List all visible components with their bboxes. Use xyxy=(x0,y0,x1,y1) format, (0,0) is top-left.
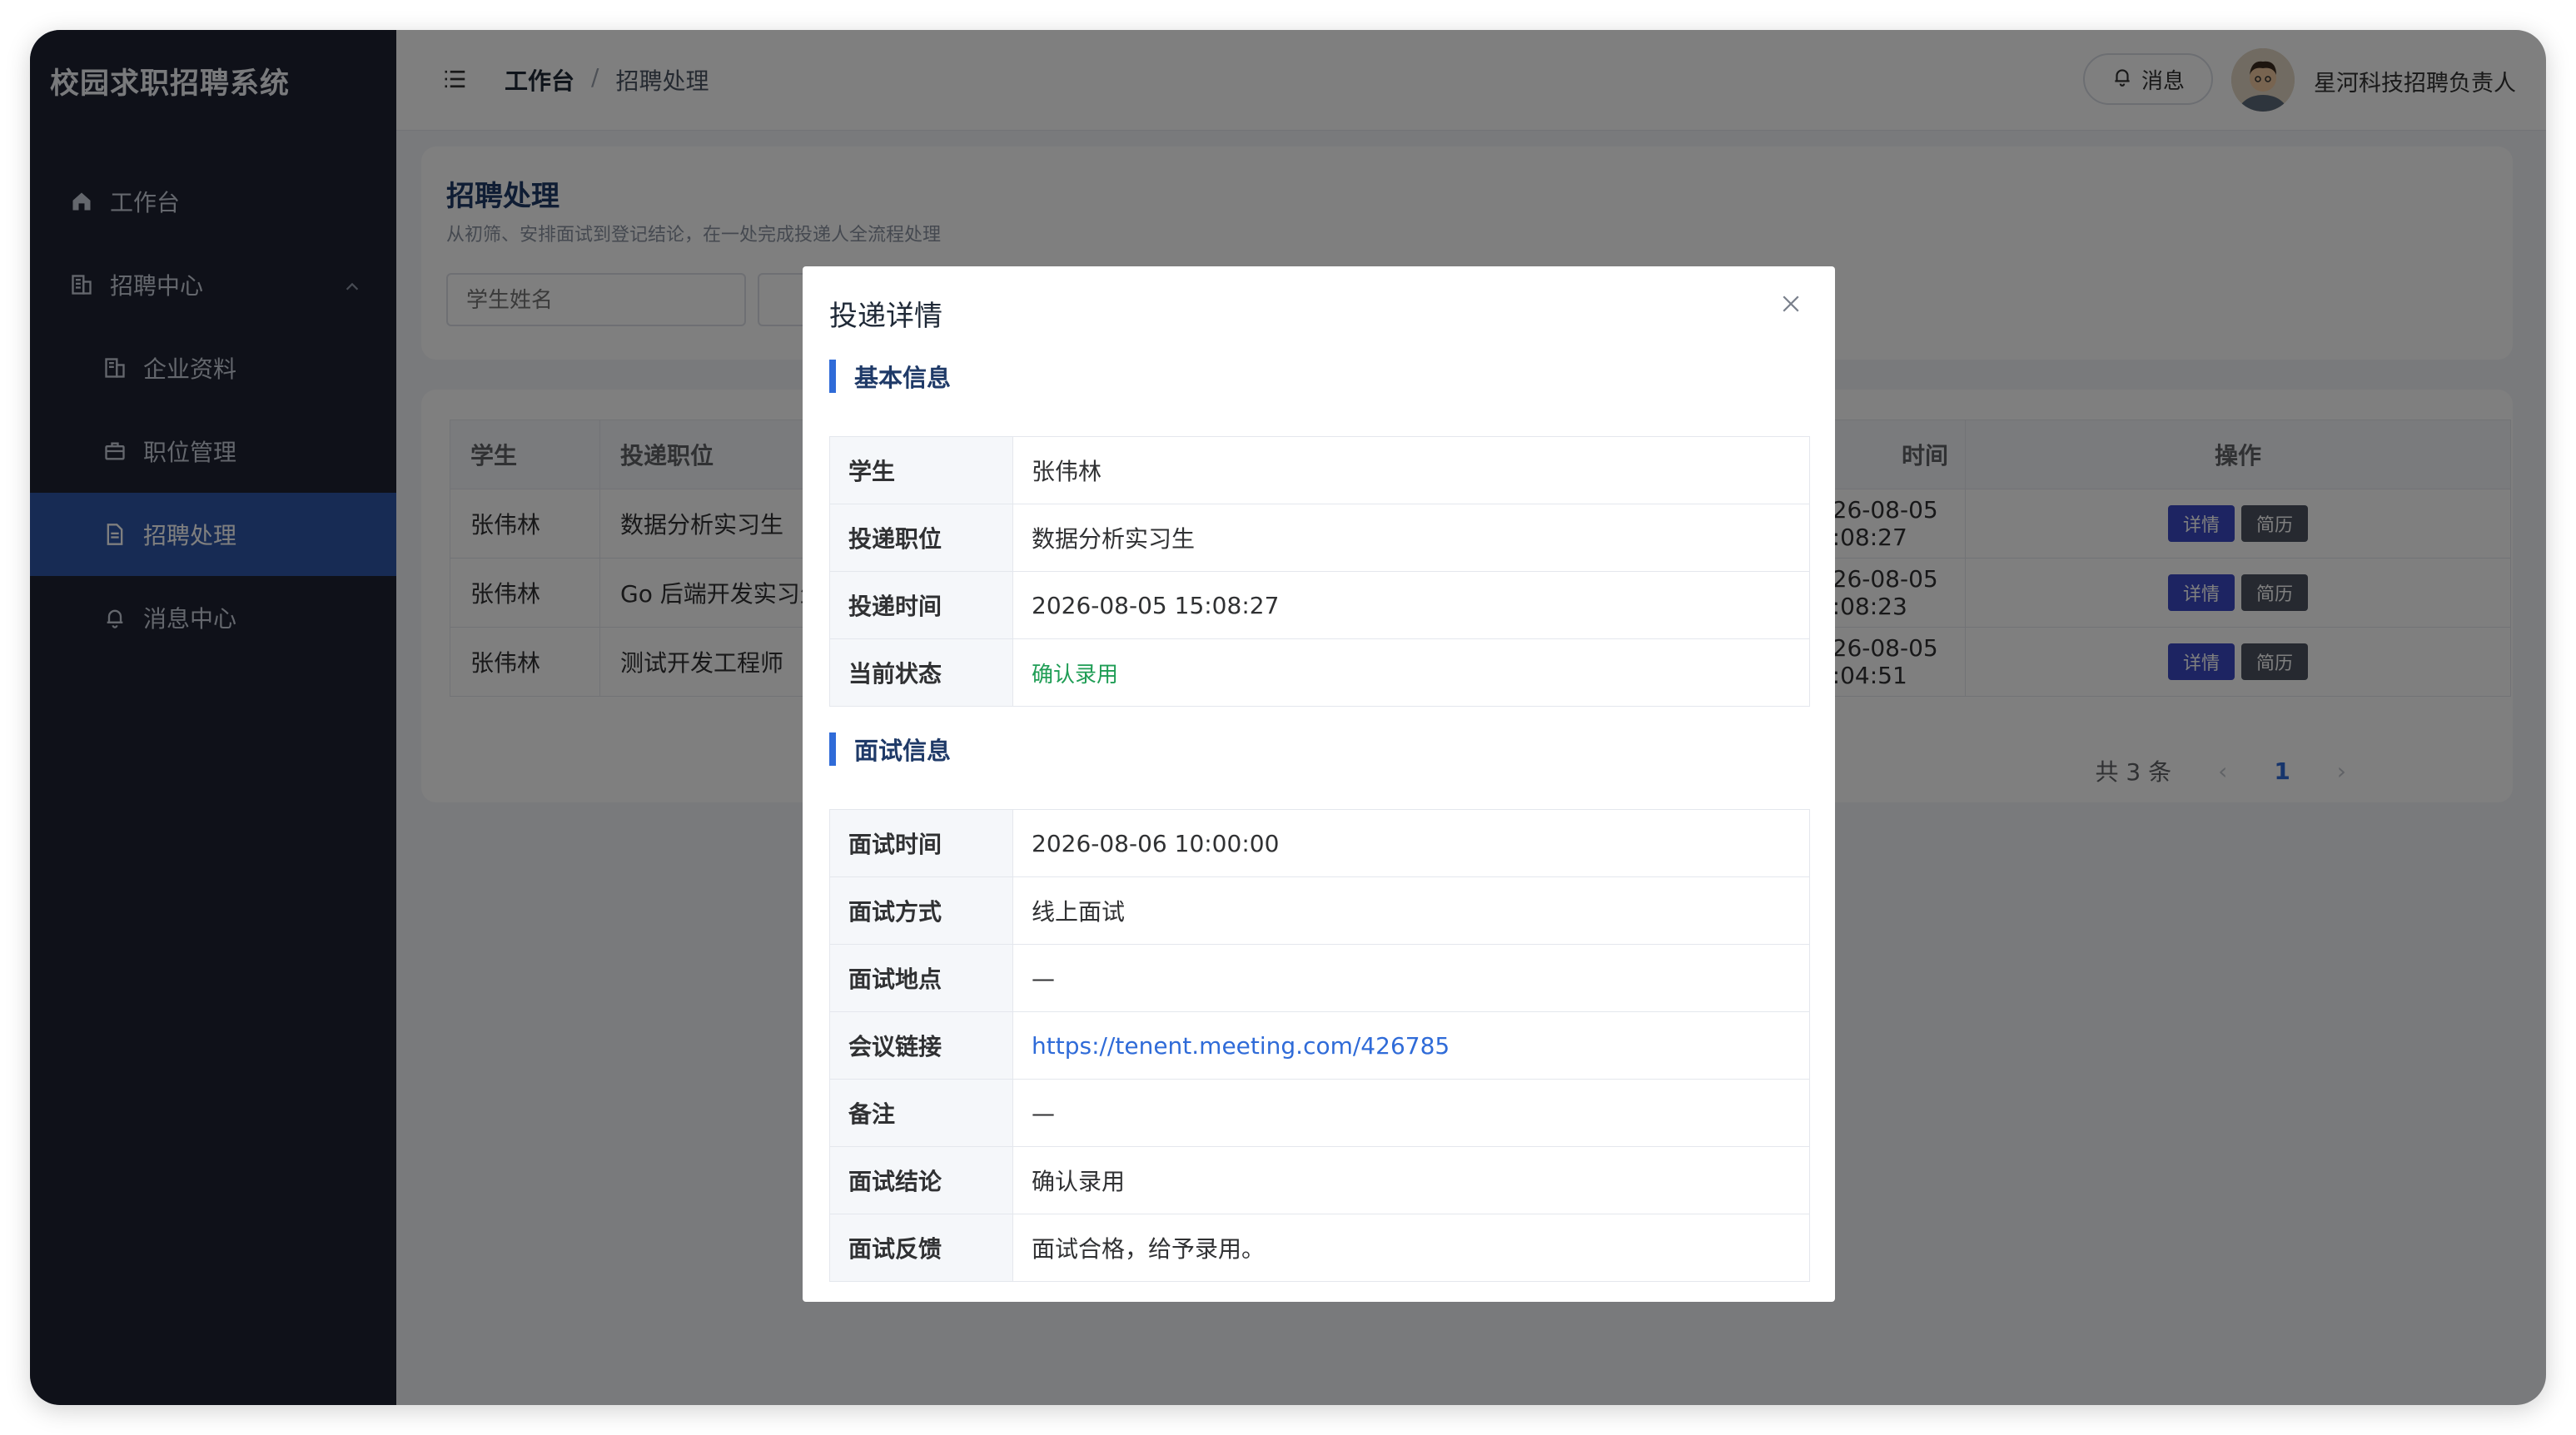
detail-label: 学生 xyxy=(830,437,1013,504)
detail-row: 面试方式 线上面试 xyxy=(830,877,1809,945)
detail-row: 当前状态 确认录用 xyxy=(830,639,1809,706)
detail-value: 数据分析实习生 xyxy=(1032,525,1196,553)
detail-value: — xyxy=(1032,964,1055,992)
close-icon[interactable] xyxy=(1778,291,1803,316)
meeting-link[interactable]: https://tenent.meeting.com/426785 xyxy=(1013,1012,1809,1079)
interview-info-table: 面试时间 2026-08-06 10:00:00 面试方式 线上面试 面试地点 … xyxy=(829,809,1810,1282)
detail-label: 面试反馈 xyxy=(830,1214,1013,1281)
detail-value: 面试合格，给予录用。 xyxy=(1032,1235,1266,1263)
detail-row: 学生 张伟林 xyxy=(830,437,1809,504)
detail-label: 备注 xyxy=(830,1080,1013,1146)
basic-info-heading: 基本信息 xyxy=(829,360,951,393)
detail-value: 2026-08-05 15:08:27 xyxy=(1032,591,1280,619)
detail-value: 张伟林 xyxy=(1032,458,1102,485)
detail-label: 当前状态 xyxy=(830,639,1013,706)
status-value: 确认录用 xyxy=(1032,662,1119,688)
detail-row: 面试反馈 面试合格，给予录用。 xyxy=(830,1214,1809,1281)
detail-label: 面试地点 xyxy=(830,945,1013,1011)
detail-label: 会议链接 xyxy=(830,1012,1013,1079)
detail-label: 面试时间 xyxy=(830,810,1013,876)
detail-value: — xyxy=(1032,1099,1055,1127)
detail-label: 面试结论 xyxy=(830,1147,1013,1214)
detail-value: 线上面试 xyxy=(1032,898,1126,926)
detail-value: 确认录用 xyxy=(1032,1168,1126,1195)
application-detail-dialog: 投递详情 基本信息 学生 张伟林 投递职位 数据分析实习生 投递时间 2026-… xyxy=(803,266,1835,1302)
detail-row: 备注 — xyxy=(830,1080,1809,1147)
detail-row: 面试时间 2026-08-06 10:00:00 xyxy=(830,810,1809,877)
dialog-title: 投递详情 xyxy=(829,300,942,333)
detail-row: 投递时间 2026-08-05 15:08:27 xyxy=(830,572,1809,639)
detail-label: 面试方式 xyxy=(830,877,1013,944)
detail-row: 面试结论 确认录用 xyxy=(830,1147,1809,1214)
detail-row: 面试地点 — xyxy=(830,945,1809,1012)
detail-row: 会议链接 https://tenent.meeting.com/426785 xyxy=(830,1012,1809,1080)
detail-label: 投递时间 xyxy=(830,572,1013,638)
detail-row: 投递职位 数据分析实习生 xyxy=(830,504,1809,572)
basic-info-table: 学生 张伟林 投递职位 数据分析实习生 投递时间 2026-08-05 15:0… xyxy=(829,436,1810,707)
detail-label: 投递职位 xyxy=(830,504,1013,571)
app-window: 校园求职招聘系统 工作台 招聘中心 企业资料 xyxy=(30,30,2546,1405)
detail-value: 2026-08-06 10:00:00 xyxy=(1032,829,1280,857)
interview-info-heading: 面试信息 xyxy=(829,732,951,766)
